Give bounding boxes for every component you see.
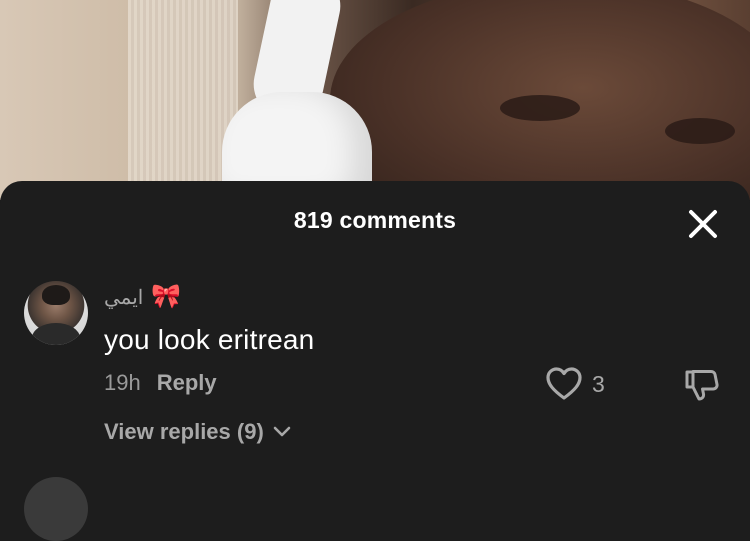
commenter-avatar[interactable] bbox=[24, 281, 88, 345]
commenter-username[interactable]: ايمي 🎀 bbox=[104, 281, 181, 313]
ribbon-emoji: 🎀 bbox=[151, 283, 182, 310]
avatar-hair bbox=[42, 285, 70, 305]
comment-meta: 19h Reply bbox=[104, 370, 217, 396]
next-comment-avatar[interactable] bbox=[24, 477, 88, 541]
comments-count-title: 819 comments bbox=[293, 207, 457, 233]
view-replies-button[interactable]: View replies (9) bbox=[104, 419, 294, 445]
like-count: 3 bbox=[592, 370, 605, 397]
video-eye-left bbox=[500, 95, 580, 121]
comment-text: you look eritrean bbox=[104, 324, 315, 355]
chevron-down-icon bbox=[273, 426, 291, 437]
comments-sheet: 819 comments ايمي 🎀 you look eritrean 19… bbox=[0, 181, 750, 541]
video-background[interactable] bbox=[0, 0, 750, 200]
comment-timestamp: 19h bbox=[104, 370, 141, 395]
heart-outline-icon bbox=[546, 367, 582, 400]
username-text: ايمي bbox=[104, 286, 144, 309]
close-button[interactable] bbox=[684, 205, 722, 243]
like-button[interactable]: 3 bbox=[546, 367, 605, 401]
dislike-button[interactable] bbox=[684, 367, 720, 403]
avatar-body bbox=[32, 323, 80, 345]
view-replies-label: View replies (9) bbox=[104, 419, 264, 444]
video-eye-right bbox=[665, 118, 735, 144]
reply-button[interactable]: Reply bbox=[157, 370, 217, 396]
close-icon bbox=[689, 210, 717, 238]
thumbs-down-icon bbox=[685, 370, 719, 401]
